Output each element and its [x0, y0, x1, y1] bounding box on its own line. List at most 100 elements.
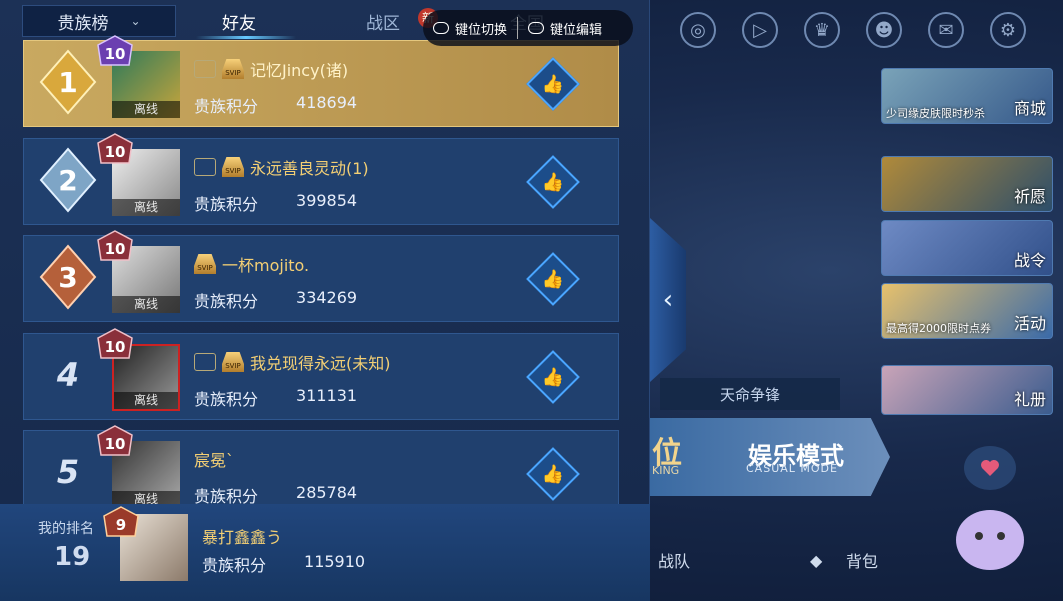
thumbs-up-icon: 👍: [541, 366, 565, 388]
ranked-mode-sub: KING: [652, 464, 680, 477]
score-line: 贵族积分 311131: [194, 386, 357, 410]
shop-card[interactable]: 少司缘皮肤限时秒杀 商城: [881, 68, 1053, 124]
key-edit-label: 键位编辑: [550, 22, 603, 38]
my-score-line: 贵族积分 115910: [202, 552, 365, 576]
gift-card[interactable]: 礼册: [881, 365, 1053, 415]
key-mapping-bar: 键位切换 键位编辑: [423, 10, 633, 46]
like-button[interactable]: 👍: [526, 57, 580, 111]
rank-badge-gold: 1: [39, 49, 97, 115]
my-rank-label: 我的排名: [38, 521, 94, 537]
like-button[interactable]: 👍: [526, 350, 580, 404]
leaderboard-type-dropdown[interactable]: 贵族榜 ⌄: [22, 5, 176, 37]
leaderboard-panel: 贵族榜 ⌄ 好友 战区 新 全国 1 离线 10 SVIP 记忆Jincy(诸)…: [0, 0, 650, 601]
svip-icon: SVIP: [222, 157, 244, 177]
score-label: 贵族积分: [194, 195, 259, 214]
player-name[interactable]: 永远善良灵动(1): [250, 155, 369, 179]
my-score-value: 115910: [304, 552, 366, 571]
player-name[interactable]: 我兑现得永远(未知): [250, 350, 391, 374]
leaderboard-row: 3 离线 10 SVIP 一杯mojito. 贵族积分 334269 👍: [23, 230, 619, 322]
mail-icon[interactable]: ✉: [928, 12, 964, 48]
pet-mascot[interactable]: [945, 440, 1045, 580]
gear-icon[interactable]: ⚙: [990, 12, 1026, 48]
score-line: 贵族积分 334269: [194, 288, 357, 312]
rank-number-plain: 4: [39, 342, 97, 408]
leaderboard-row: 2 离线 10 SVIP 永远善良灵动(1) 贵族积分 399854 👍: [23, 133, 619, 225]
target-icon[interactable]: ◎: [680, 12, 716, 48]
fate-banner[interactable]: 天命争锋: [660, 378, 840, 410]
video-icon[interactable]: ▷: [742, 12, 778, 48]
tab-friends[interactable]: 好友: [222, 9, 256, 34]
bag-button[interactable]: 背包: [846, 548, 878, 572]
chevron-down-icon: ⌄: [130, 14, 141, 28]
level-badge: 10: [96, 133, 134, 167]
svip-icon: SVIP: [222, 352, 244, 372]
my-player-name: 暴打鑫鑫う: [202, 528, 283, 547]
score-value: 311131: [296, 386, 358, 405]
player-name[interactable]: 宸冕`: [194, 447, 234, 471]
friends-icon[interactable]: ☻: [866, 12, 902, 48]
level-number: 10: [104, 338, 126, 356]
pass-label: 战令: [1013, 251, 1046, 270]
name-line: SVIP 永远善良灵动(1): [194, 155, 369, 179]
tab-region[interactable]: 战区: [366, 9, 400, 34]
book-icon: [194, 60, 216, 78]
dropdown-label: 贵族榜: [57, 13, 109, 34]
gamepad-icon: [528, 22, 545, 34]
status-offline: 离线: [114, 392, 178, 409]
rank-number-plain: 5: [39, 439, 97, 505]
score-label: 贵族积分: [194, 292, 259, 311]
level-number: 10: [104, 435, 126, 453]
book-icon: [194, 353, 216, 371]
score-label: 贵族积分: [202, 556, 267, 575]
score-label: 贵族积分: [194, 390, 259, 409]
wish-card[interactable]: 祈愿: [881, 156, 1053, 212]
gift-label: 礼册: [1013, 390, 1046, 409]
wish-label: 祈愿: [1013, 187, 1046, 206]
shop-caption: 少司缘皮肤限时秒杀: [886, 107, 985, 120]
svip-icon: SVIP: [194, 254, 216, 274]
score-value: 334269: [296, 288, 358, 307]
key-switch-label: 键位切换: [455, 22, 508, 38]
level-number: 10: [104, 240, 126, 258]
status-offline: 离线: [112, 101, 180, 118]
score-line: 贵族积分 399854: [194, 191, 357, 215]
like-button[interactable]: 👍: [526, 447, 580, 501]
svip-icon: SVIP: [222, 59, 244, 79]
like-button[interactable]: 👍: [526, 155, 580, 209]
rank-number: 3: [58, 260, 78, 294]
event-card[interactable]: 最高得2000限时点券 活动: [881, 283, 1053, 339]
key-edit-button[interactable]: 键位编辑: [518, 19, 612, 38]
bag-icon[interactable]: ◆: [810, 551, 822, 570]
top-icon-bar: ◎ ▷ ♛ ☻ ✉ ⚙: [680, 12, 1026, 48]
rank-number: 2: [58, 163, 78, 197]
name-line: SVIP 一杯mojito.: [194, 252, 309, 276]
my-rank-number: 19: [54, 542, 91, 572]
level-badge: 10: [96, 230, 134, 264]
thumbs-up-icon: 👍: [541, 171, 565, 193]
level-badge: 10: [96, 328, 134, 362]
team-button[interactable]: 战队: [658, 548, 690, 572]
rank-badge-bronze: 3: [39, 244, 97, 310]
my-rank-bar: 我的排名 19 9 暴打鑫鑫う 贵族积分 115910: [0, 504, 650, 601]
shop-label: 商城: [1013, 99, 1046, 118]
score-label: 贵族积分: [194, 97, 259, 116]
score-line: 贵族积分 418694: [194, 93, 357, 117]
key-switch-button[interactable]: 键位切换: [423, 19, 517, 38]
tab-underline: [196, 36, 296, 39]
level-number: 10: [104, 143, 126, 161]
trophy-icon[interactable]: ♛: [804, 12, 840, 48]
my-level-badge: 9: [102, 506, 140, 540]
player-name[interactable]: 一杯mojito.: [222, 252, 309, 276]
score-value: 418694: [296, 93, 358, 112]
level-number: 9: [115, 516, 127, 534]
rank-number: 4: [56, 356, 80, 394]
rank-number: 1: [58, 65, 78, 99]
like-button[interactable]: 👍: [526, 252, 580, 306]
event-caption: 最高得2000限时点券: [886, 322, 991, 335]
name-line: SVIP 记忆Jincy(诸): [194, 57, 348, 81]
pass-card[interactable]: 战令: [881, 220, 1053, 276]
gamepad-icon: [433, 22, 449, 34]
my-name-line: 暴打鑫鑫う: [202, 524, 282, 548]
thumbs-up-icon: 👍: [541, 463, 565, 485]
player-name[interactable]: 记忆Jincy(诸): [250, 57, 348, 81]
